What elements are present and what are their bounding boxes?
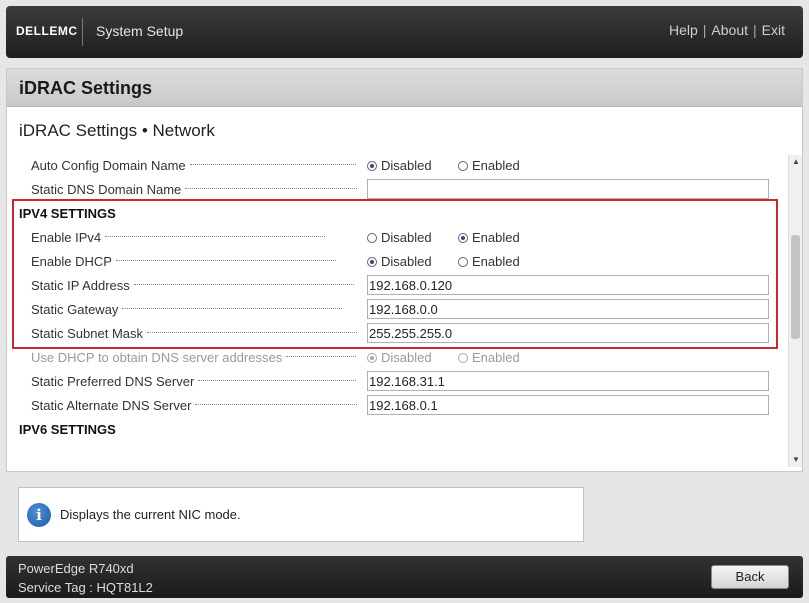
scrollbar[interactable]: ▲ ▼ [788,155,802,467]
top-bar: DELLEMC System Setup Help|About|Exit [6,6,803,58]
row-static-gateway: Static Gateway 192.168.0.0 [7,297,787,321]
settings-panel: iDRAC Settings iDRAC Settings • Network … [6,68,803,472]
help-link[interactable]: Help [669,22,698,38]
info-icon: i [27,503,51,527]
ipv4-enabled-radio[interactable]: Enabled [458,230,520,245]
section-label: IPV6 SETTINGS [19,422,345,437]
row-label: Static Alternate DNS Server [31,398,357,413]
service-tag: Service Tag : HQT81L2 [18,580,153,595]
row-label: Auto Config Domain Name [31,158,357,173]
dhcp-dns-disabled-radio: Disabled [367,350,432,365]
row-enable-ipv4: Enable IPv4 Disabled Enabled [7,225,787,249]
ipv4-section-heading: IPV4 SETTINGS [7,201,787,225]
dhcp-dns-enabled-radio: Enabled [458,350,520,365]
row-label: Enable DHCP [31,254,357,269]
auto-config-disabled-radio[interactable]: Disabled [367,158,432,173]
row-label: Static Subnet Mask [31,326,357,341]
panel-title-bar: iDRAC Settings [7,69,802,107]
breadcrumb: iDRAC Settings • Network [19,121,215,141]
row-label: Static DNS Domain Name [31,182,357,197]
row-label: Static IP Address [31,278,357,293]
dhcp-enabled-radio[interactable]: Enabled [458,254,520,269]
row-static-dns-domain: Static DNS Domain Name [7,177,787,201]
help-box: i Displays the current NIC mode. [18,487,584,542]
app-title: System Setup [96,23,183,39]
exit-link[interactable]: Exit [762,22,785,38]
alternate-dns-field[interactable]: 192.168.0.1 [367,395,769,415]
row-use-dhcp-dns: Use DHCP to obtain DNS server addresses … [7,345,787,369]
static-gateway-field[interactable]: 192.168.0.0 [367,299,769,319]
header-divider [82,18,83,46]
back-button[interactable]: Back [711,565,789,589]
top-links: Help|About|Exit [669,22,785,38]
section-label: IPV4 SETTINGS [19,206,345,221]
preferred-dns-field[interactable]: 192.168.31.1 [367,371,769,391]
row-label: Static Preferred DNS Server [31,374,357,389]
row-preferred-dns: Static Preferred DNS Server 192.168.31.1 [7,369,787,393]
ipv6-section-heading: IPV6 SETTINGS [7,417,787,441]
row-alternate-dns: Static Alternate DNS Server 192.168.0.1 [7,393,787,417]
system-model: PowerEdge R740xd [18,561,134,576]
dhcp-disabled-radio[interactable]: Disabled [367,254,432,269]
auto-config-enabled-radio[interactable]: Enabled [458,158,520,173]
row-label: Static Gateway [31,302,357,317]
row-label: Use DHCP to obtain DNS server addresses [31,350,357,365]
footer-bar: PowerEdge R740xd Service Tag : HQT81L2 B… [6,556,803,598]
row-static-subnet: Static Subnet Mask 255.255.255.0 [7,321,787,345]
ipv4-disabled-radio[interactable]: Disabled [367,230,432,245]
scroll-down-arrow-icon[interactable]: ▼ [791,455,801,465]
row-label: Enable IPv4 [31,230,357,245]
settings-list: Auto Config Domain Name Disabled Enabled… [7,153,787,441]
static-subnet-field[interactable]: 255.255.255.0 [367,323,769,343]
row-auto-config-domain: Auto Config Domain Name Disabled Enabled [7,153,787,177]
dellemc-logo: DELLEMC [16,24,78,38]
scroll-up-arrow-icon[interactable]: ▲ [791,157,801,167]
about-link[interactable]: About [711,22,748,38]
row-enable-dhcp: Enable DHCP Disabled Enabled [7,249,787,273]
page-title: iDRAC Settings [19,78,152,99]
help-text: Displays the current NIC mode. [60,507,241,522]
row-static-ip: Static IP Address 192.168.0.120 [7,273,787,297]
static-dns-domain-field[interactable] [367,179,769,199]
static-ip-field[interactable]: 192.168.0.120 [367,275,769,295]
scroll-thumb[interactable] [791,235,800,339]
